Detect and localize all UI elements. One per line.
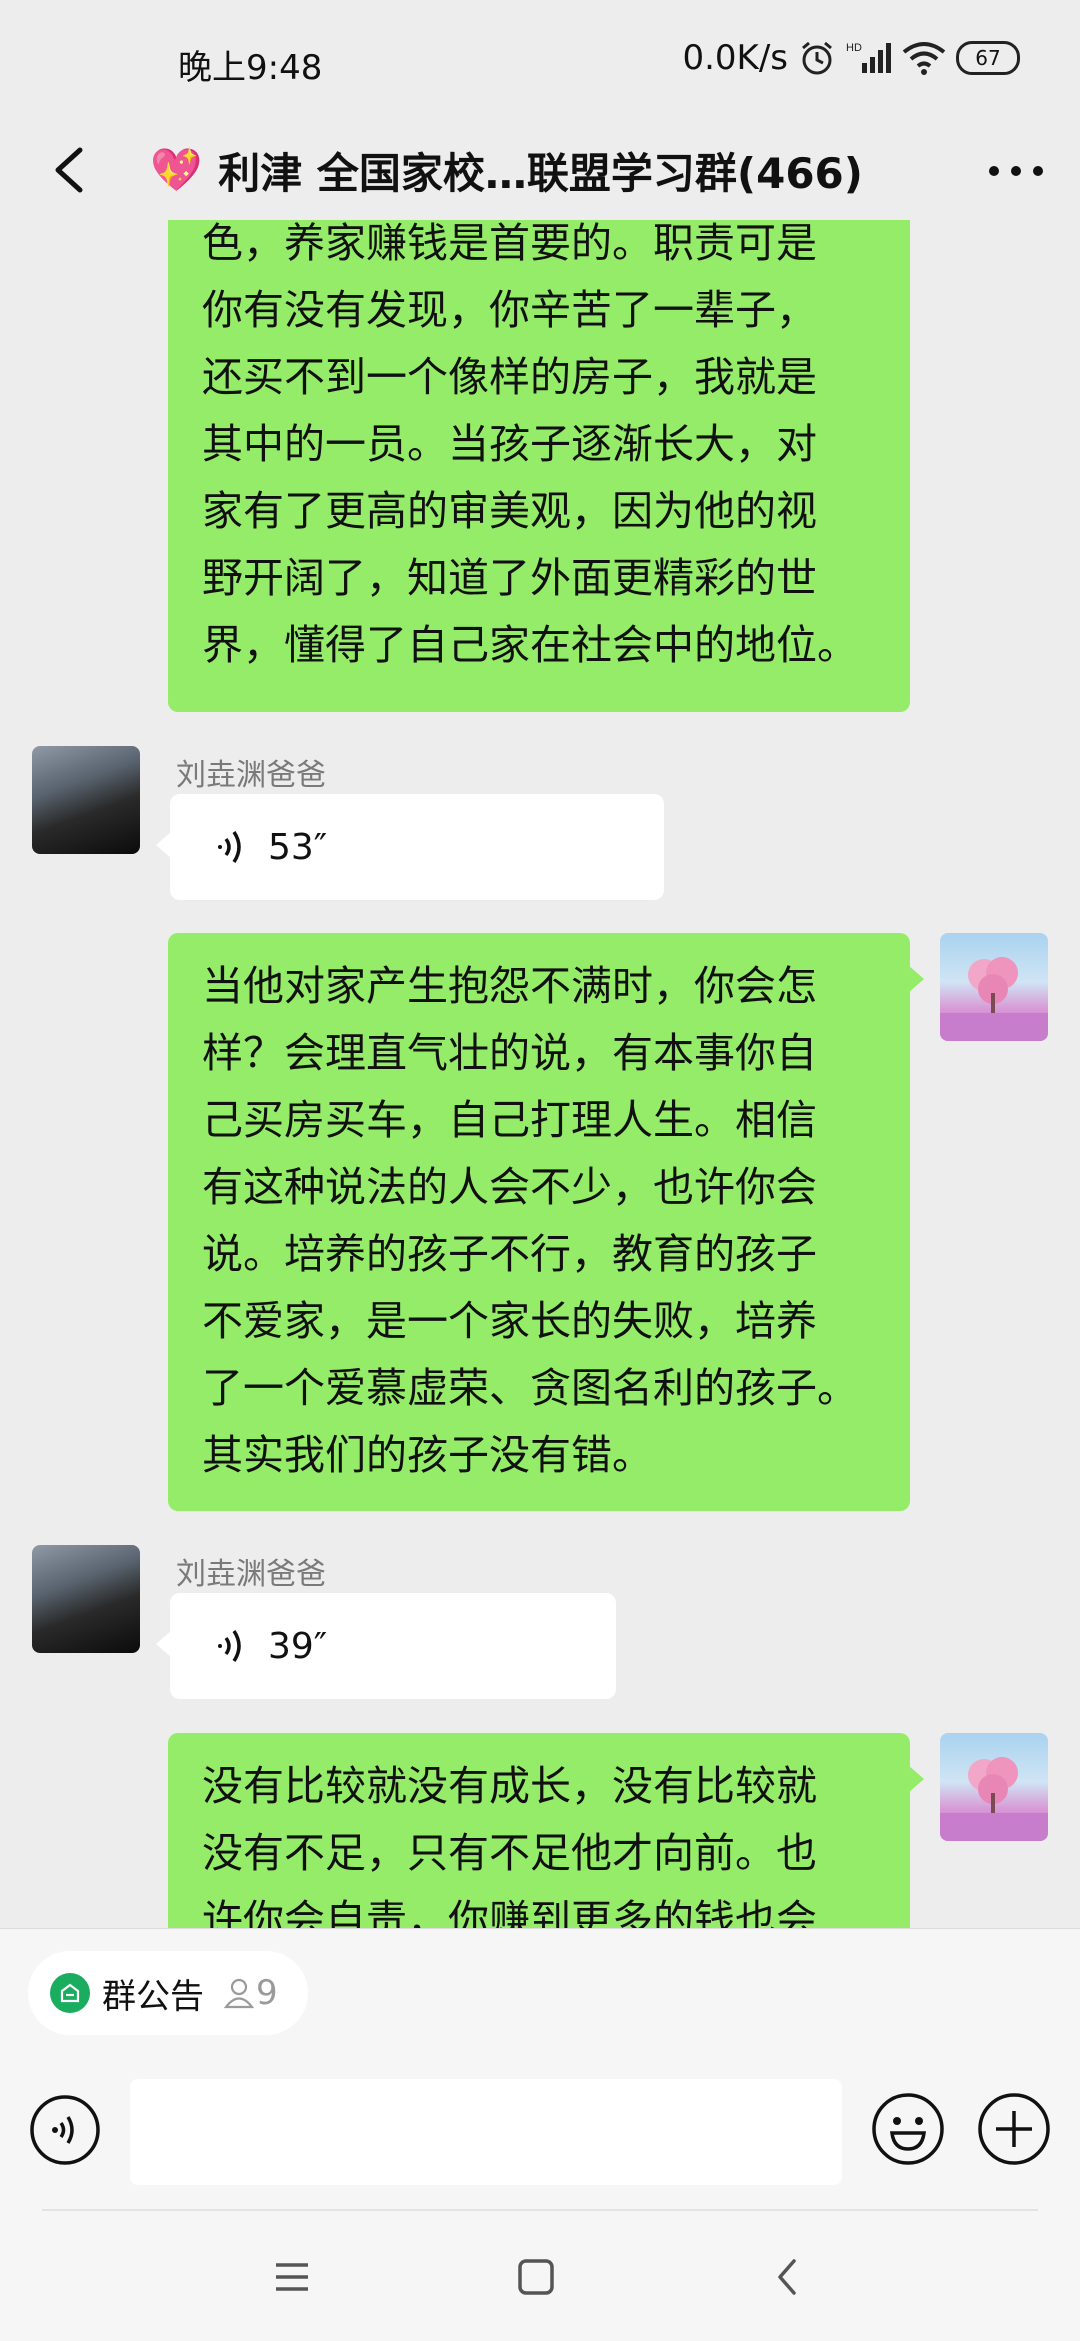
more-dots-icon[interactable] — [980, 135, 1052, 207]
message-bubble-self[interactable]: 没有比较就没有成长，没有比较就 没有不足，只有不足他才向前。也 许你会自责，你赚… — [168, 1733, 924, 1928]
voice-wave-icon — [218, 1630, 241, 1662]
voice-message[interactable]: 39″ — [156, 1593, 616, 1699]
status-bar: 晚上9:48 0.0K/s HD 67 — [0, 0, 1080, 120]
message-line: 当他对家产生抱怨不满时，你会怎 — [202, 962, 817, 1010]
message-line: 家有了更高的审美观，因为他的视 — [202, 487, 817, 535]
message-line: 野开阔了，知道了外面更精彩的世 — [202, 554, 817, 602]
input-bar — [0, 2079, 1080, 2189]
signal-icon: HD — [846, 42, 891, 73]
status-time: 晚上9:48 — [178, 48, 323, 88]
chat-title: 💖 利津 全国家校…联盟学习群(466) — [150, 130, 863, 210]
group-name: 利津 全国家校…联盟学习群(466) — [218, 148, 863, 198]
voice-wave-icon — [218, 831, 241, 863]
wifi-icon — [902, 42, 946, 75]
message-bubble-self[interactable]: 当他对家产生抱怨不满时，你会怎 样？会理直气壮的说，有本事你自 己买房买车，自己… — [168, 933, 924, 1511]
pink-tree-image — [940, 957, 1048, 1041]
person-icon — [223, 1978, 255, 2009]
svg-text:HD: HD — [846, 42, 862, 54]
notice-count-value: 9 — [256, 1973, 278, 2013]
menu-icon[interactable] — [262, 2247, 322, 2307]
chat-header: 💖 利津 全国家校…联盟学习群(466) — [0, 120, 1080, 220]
sender-name: 刘垚渊爸爸 — [176, 1557, 326, 1592]
nav-back-icon[interactable] — [758, 2247, 818, 2307]
avatar[interactable] — [940, 1733, 1048, 1841]
message-line: 不爱家，是一个家长的失败，培养 — [202, 1297, 817, 1345]
back-arrow-icon[interactable] — [30, 130, 110, 210]
message-line: 你有没有发现，你辛苦了一辈子， — [202, 286, 817, 334]
voice-duration: 53″ — [268, 826, 328, 868]
message-line: 没有比较就没有成长，没有比较就 — [202, 1762, 817, 1810]
notice-label: 群公告 — [102, 1976, 204, 2017]
announcement-icon — [50, 1973, 90, 2013]
notice-member-count: 9 — [222, 1973, 278, 2013]
message-line: 没有不足，只有不足他才向前。也 — [202, 1829, 817, 1877]
heart-emoji: 💖 — [150, 145, 203, 194]
status-icons: 0.0K/s HD 67 — [682, 38, 1020, 78]
group-notice-button[interactable]: 群公告 9 — [28, 1951, 308, 2035]
message-line: 色，养家赚钱是首要的。职责可是 — [202, 220, 817, 267]
message-line: 己买房买车，自己打理人生。相信 — [202, 1096, 817, 1144]
system-nav-bar — [0, 2211, 1080, 2341]
avatar[interactable] — [940, 933, 1048, 1041]
message-line: 样？会理直气壮的说，有本事你自 — [202, 1029, 817, 1077]
chat-messages[interactable]: 色，养家赚钱是首要的。职责可是 你有没有发现，你辛苦了一辈子， 还买不到一个像样… — [0, 220, 1080, 1928]
message-input[interactable] — [130, 2079, 842, 2185]
home-square-icon[interactable] — [506, 2247, 566, 2307]
message-line: 界，懂得了自己家在社会中的地位。 — [202, 621, 858, 669]
message-bubble-self[interactable]: 色，养家赚钱是首要的。职责可是 你有没有发现，你辛苦了一辈子， 还买不到一个像样… — [168, 220, 910, 712]
plus-circle-icon[interactable] — [976, 2091, 1052, 2167]
alarm-icon — [802, 41, 832, 75]
network-speed: 0.0K/s — [682, 38, 788, 78]
voice-message[interactable]: 53″ — [156, 794, 664, 900]
voice-toggle-icon[interactable] — [28, 2093, 102, 2167]
battery-indicator: 67 — [956, 41, 1020, 75]
sender-name: 刘垚渊爸爸 — [176, 758, 326, 793]
message-line: 有这种说法的人会不少，也许你会 — [202, 1163, 817, 1211]
message-line: 说。培养的孩子不行，教育的孩子 — [202, 1230, 817, 1278]
message-line: 了一个爱慕虚荣、贪图名利的孩子。 — [202, 1364, 858, 1412]
message-line: 还买不到一个像样的房子，我就是 — [202, 353, 817, 401]
message-line: 其实我们的孩子没有错。 — [202, 1431, 653, 1479]
voice-duration: 39″ — [268, 1625, 328, 1667]
avatar[interactable] — [32, 1545, 140, 1653]
avatar[interactable] — [32, 746, 140, 854]
bottom-panel: 群公告 9 — [0, 1928, 1080, 2341]
message-line: 其中的一员。当孩子逐渐长大，对 — [202, 420, 817, 468]
emoji-smile-icon[interactable] — [870, 2091, 946, 2167]
message-line: 许你会自责，你赚到更多的钱也会 — [202, 1896, 817, 1928]
pink-tree-image — [940, 1757, 1048, 1841]
